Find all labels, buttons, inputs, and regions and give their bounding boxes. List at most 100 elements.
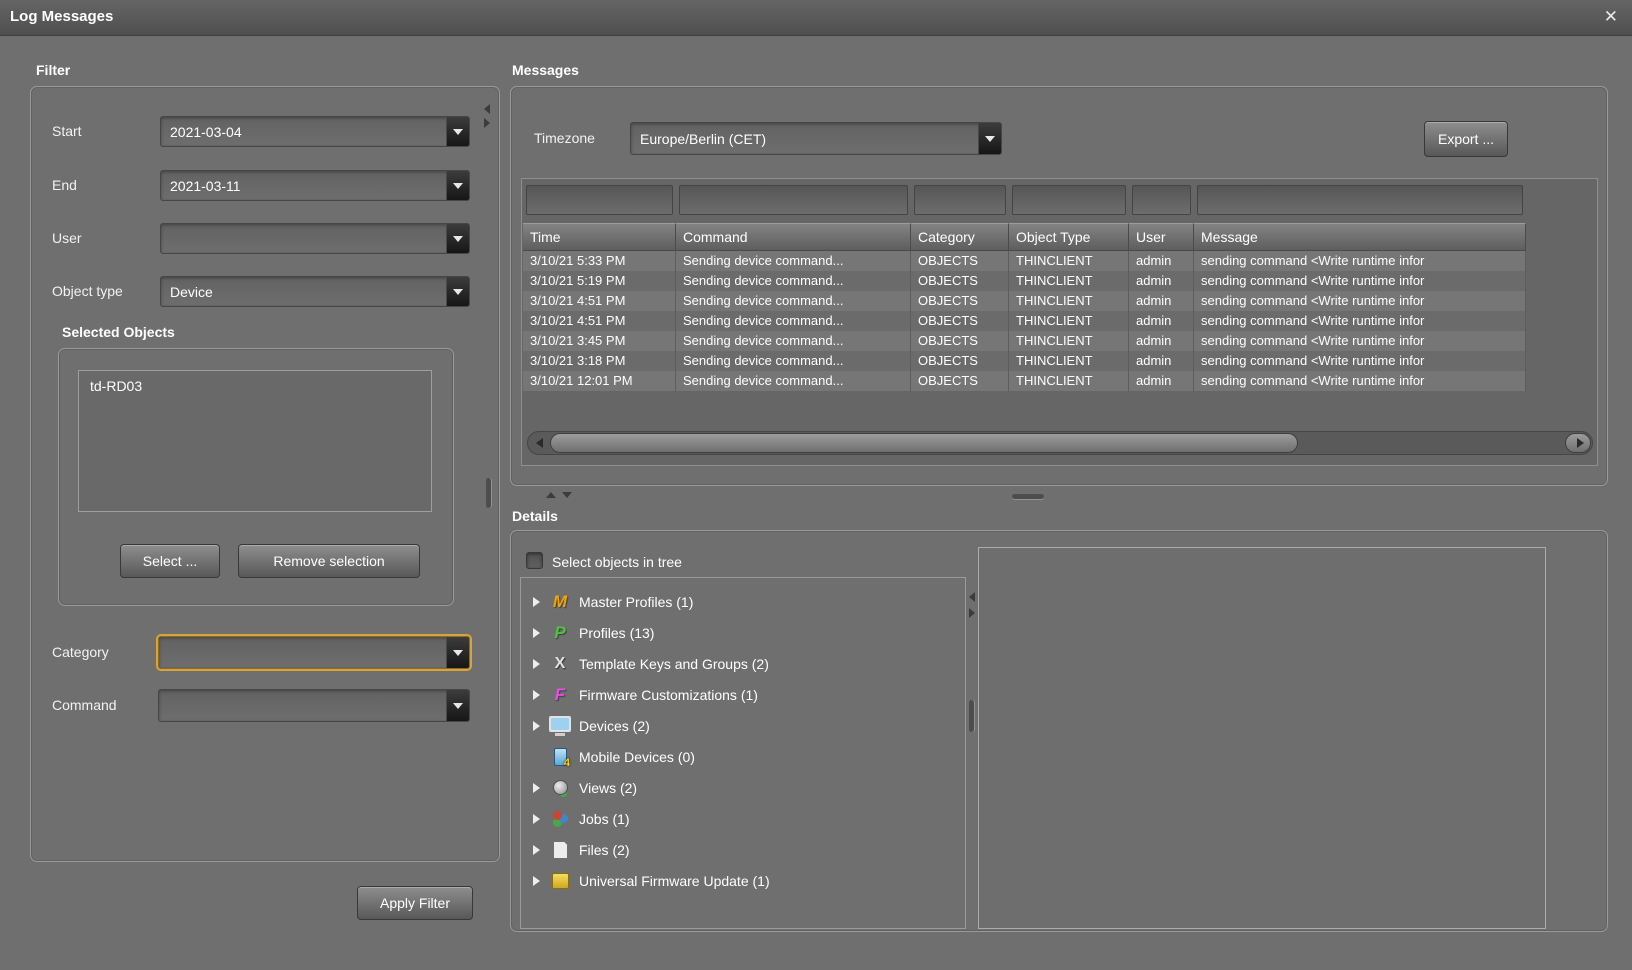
user-combobox[interactable]: [160, 223, 470, 254]
column-filter-input[interactable]: [1197, 185, 1523, 215]
object-type-value: Device: [161, 277, 446, 306]
splitter-collapse-left-icon[interactable]: [484, 104, 490, 114]
views-icon: [549, 778, 571, 798]
command-label: Command: [52, 690, 117, 721]
expand-arrow-icon[interactable]: [533, 690, 540, 700]
select-objects-in-tree-checkbox[interactable]: [526, 552, 543, 569]
tree-item[interactable]: Files (2): [521, 834, 965, 865]
timezone-combobox[interactable]: Europe/Berlin (CET): [630, 122, 1002, 155]
apply-filter-button[interactable]: Apply Filter: [357, 886, 473, 920]
mobile-devices-icon: [549, 747, 571, 767]
table-cell: admin: [1129, 291, 1194, 311]
object-type-label: Object type: [52, 276, 123, 307]
export-button[interactable]: Export ...: [1424, 121, 1508, 157]
table-cell: sending command <Write runtime infor: [1194, 351, 1526, 371]
tree-item[interactable]: Mobile Devices (0): [521, 741, 965, 772]
splitter-expand-down-icon[interactable]: [562, 492, 572, 498]
horizontal-splitter-handle[interactable]: [1012, 494, 1044, 499]
expand-arrow-icon[interactable]: [533, 814, 540, 824]
vertical-splitter-handle[interactable]: [969, 700, 974, 732]
tree-item[interactable]: Devices (2): [521, 710, 965, 741]
table-cell: sending command <Write runtime infor: [1194, 271, 1526, 291]
expand-arrow-icon[interactable]: [533, 783, 540, 793]
table-cell: Sending device command...: [676, 311, 911, 331]
details-text-area[interactable]: [978, 547, 1546, 929]
timezone-label: Timezone: [534, 123, 595, 154]
column-header[interactable]: Object Type: [1009, 223, 1129, 251]
splitter-collapse-up-icon[interactable]: [546, 492, 556, 498]
chevron-down-icon[interactable]: [446, 224, 469, 253]
tree-item-label: Views (2): [579, 780, 637, 796]
tree-item[interactable]: Universal Firmware Update (1): [521, 865, 965, 896]
command-combobox[interactable]: [158, 689, 470, 722]
table-row[interactable]: 3/10/21 12:01 PMSending device command..…: [523, 371, 1526, 391]
category-value: [159, 637, 446, 668]
details-tree: Master Profiles (1) Profiles (13) Template…: [520, 577, 966, 929]
table-row[interactable]: 3/10/21 3:18 PMSending device command...…: [523, 351, 1526, 371]
chevron-down-icon[interactable]: [446, 171, 469, 200]
titlebar[interactable]: Log Messages ✕: [0, 0, 1632, 36]
scroll-right-icon[interactable]: [1577, 438, 1584, 448]
tree-item[interactable]: Firmware Customizations (1): [521, 679, 965, 710]
column-header[interactable]: User: [1129, 223, 1194, 251]
firmware-customizations-icon: [549, 685, 571, 705]
column-filter-input[interactable]: [679, 185, 908, 215]
chevron-down-icon[interactable]: [978, 123, 1001, 154]
table-cell: Sending device command...: [676, 331, 911, 351]
table-row[interactable]: 3/10/21 5:33 PMSending device command...…: [523, 251, 1526, 271]
expand-arrow-icon[interactable]: [533, 597, 540, 607]
tree-item-label: Devices (2): [579, 718, 650, 734]
splitter-expand-right-icon[interactable]: [969, 608, 975, 618]
object-type-combobox[interactable]: Device: [160, 276, 470, 307]
selected-objects-list[interactable]: td-RD03: [78, 370, 432, 512]
tree-item-label: Mobile Devices (0): [579, 749, 695, 765]
chevron-down-icon[interactable]: [446, 690, 469, 721]
column-filter-input[interactable]: [914, 185, 1006, 215]
column-header[interactable]: Time: [523, 223, 676, 251]
column-header[interactable]: Command: [676, 223, 911, 251]
expand-arrow-icon[interactable]: [533, 876, 540, 886]
tree-item[interactable]: Master Profiles (1): [521, 586, 965, 617]
splitter-expand-right-icon[interactable]: [484, 118, 490, 128]
expand-arrow-icon[interactable]: [533, 659, 540, 669]
remove-selection-button[interactable]: Remove selection: [238, 544, 420, 578]
column-header[interactable]: Message: [1194, 223, 1526, 251]
splitter-collapse-left-icon[interactable]: [969, 592, 975, 602]
table-cell: Sending device command...: [676, 291, 911, 311]
end-date-combobox[interactable]: 2021-03-11: [160, 170, 470, 201]
chevron-down-icon[interactable]: [446, 277, 469, 306]
table-row[interactable]: 3/10/21 4:51 PMSending device command...…: [523, 311, 1526, 331]
vertical-splitter-handle[interactable]: [486, 478, 491, 508]
close-icon[interactable]: ✕: [1604, 7, 1618, 27]
start-date-combobox[interactable]: 2021-03-04: [160, 116, 470, 147]
expand-arrow-icon[interactable]: [533, 628, 540, 638]
chevron-down-icon[interactable]: [446, 637, 469, 668]
list-item[interactable]: td-RD03: [79, 371, 431, 401]
tree-item[interactable]: Views (2): [521, 772, 965, 803]
tree-item[interactable]: Jobs (1): [521, 803, 965, 834]
column-filter-input[interactable]: [1132, 185, 1191, 215]
select-objects-button[interactable]: Select ...: [120, 544, 220, 578]
tree-item-label: Profiles (13): [579, 625, 654, 641]
horizontal-scrollbar[interactable]: [527, 431, 1593, 455]
messages-table-body: 3/10/21 5:33 PMSending device command...…: [523, 251, 1526, 391]
tree-item[interactable]: Profiles (13): [521, 617, 965, 648]
category-combobox[interactable]: [158, 636, 470, 669]
tree-item[interactable]: Template Keys and Groups (2): [521, 648, 965, 679]
table-row[interactable]: 3/10/21 5:19 PMSending device command...…: [523, 271, 1526, 291]
table-cell: Sending device command...: [676, 351, 911, 371]
table-row[interactable]: 3/10/21 3:45 PMSending device command...…: [523, 331, 1526, 351]
table-row[interactable]: 3/10/21 4:51 PMSending device command...…: [523, 291, 1526, 311]
table-cell: admin: [1129, 251, 1194, 271]
column-filter-input[interactable]: [526, 185, 673, 215]
chevron-down-icon[interactable]: [446, 117, 469, 146]
table-cell: 3/10/21 4:51 PM: [523, 291, 676, 311]
scrollbar-thumb[interactable]: [550, 433, 1298, 453]
column-header[interactable]: Category: [911, 223, 1009, 251]
expand-arrow-icon[interactable]: [533, 721, 540, 731]
scroll-left-icon[interactable]: [536, 438, 543, 448]
expand-arrow-icon[interactable]: [533, 845, 540, 855]
column-filter-input[interactable]: [1012, 185, 1126, 215]
table-cell: Sending device command...: [676, 251, 911, 271]
table-cell: OBJECTS: [911, 271, 1009, 291]
